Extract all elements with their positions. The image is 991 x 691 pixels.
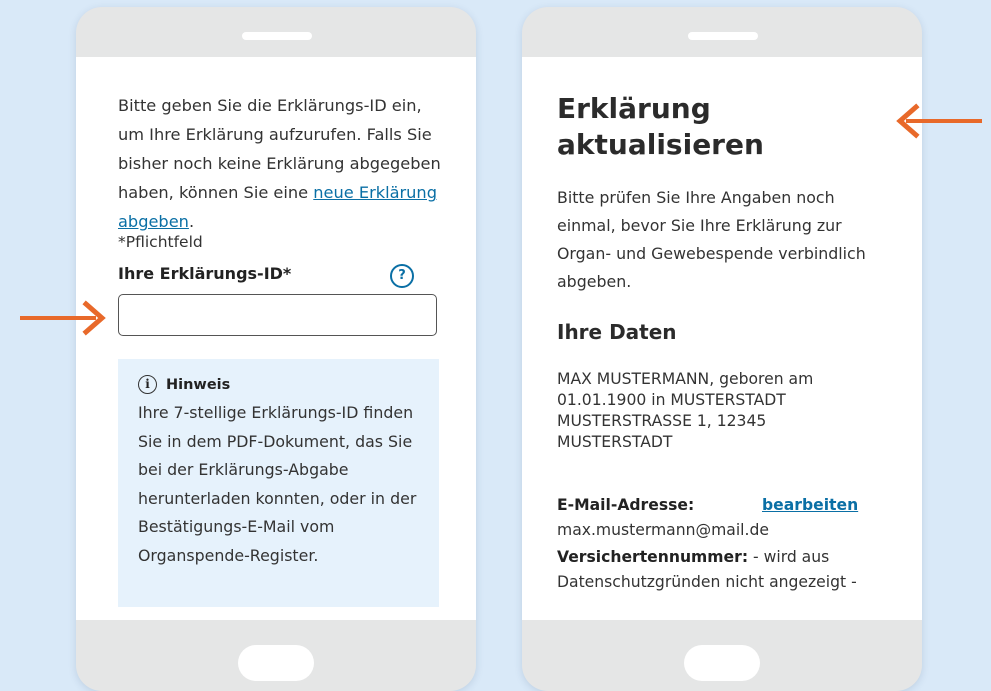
page-title: Erklärung aktualisieren: [557, 92, 764, 161]
phone-mockup-right: Erklärung aktualisieren Bitte prüfen Sie…: [522, 7, 922, 691]
edit-email-link[interactable]: bearbeiten: [762, 496, 858, 514]
info-icon: i: [138, 375, 157, 394]
email-value: max.mustermann@mail.de: [557, 521, 769, 539]
hint-box: i Hinweis Ihre 7-stellige Erklärungs-ID …: [118, 359, 439, 607]
declaration-id-label: Ihre Erklärungs-ID*: [118, 264, 292, 283]
required-field-note: *Pflichtfeld: [118, 233, 203, 251]
hint-text: Ihre 7-stellige Erklärungs-ID finden Sie…: [138, 403, 417, 565]
hint-header: i Hinweis: [138, 375, 419, 394]
email-label: E-Mail-Adresse:: [557, 496, 695, 514]
insurance-label: Versichertennummer:: [557, 548, 749, 566]
insurance-number-text: Versichertennummer: - wird aus Datenschu…: [557, 545, 897, 595]
phone-speaker: [242, 32, 312, 40]
phone-mockup-left: Bitte geben Sie die Erklärungs-ID ein, u…: [76, 7, 476, 691]
phone-screen-left: Bitte geben Sie die Erklärungs-ID ein, u…: [76, 57, 476, 620]
phone-speaker: [688, 32, 758, 40]
declaration-id-input[interactable]: [118, 294, 437, 336]
intro-text: Bitte geben Sie die Erklärungs-ID ein, u…: [118, 96, 441, 231]
arrow-left-icon: [896, 103, 982, 139]
hint-title: Hinweis: [166, 376, 231, 393]
person-details: MAX MUSTERMANN, geboren am 01.01.1900 in…: [557, 370, 814, 451]
your-data-heading: Ihre Daten: [557, 320, 677, 344]
help-icon[interactable]: ?: [390, 264, 414, 288]
phone-home-button: [238, 645, 314, 681]
check-instructions: Bitte prüfen Sie Ihre Angaben noch einma…: [557, 188, 866, 291]
phone-home-button: [684, 645, 760, 681]
phone-screen-right: Erklärung aktualisieren Bitte prüfen Sie…: [522, 57, 922, 620]
arrow-right-icon: [20, 300, 106, 336]
